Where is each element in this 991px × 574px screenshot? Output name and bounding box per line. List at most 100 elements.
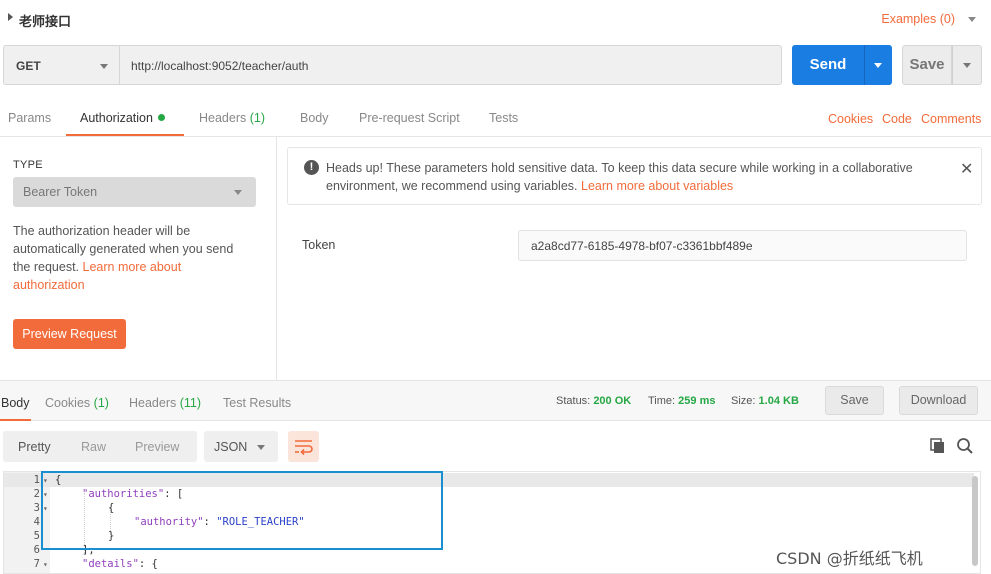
- wrap-lines-button[interactable]: [288, 431, 319, 462]
- format-select[interactable]: JSON: [204, 431, 278, 462]
- time-label: Time:: [648, 395, 676, 407]
- chevron-down-icon: [257, 445, 265, 450]
- line-number: 3: [33, 502, 40, 514]
- format-value: JSON: [214, 440, 248, 454]
- alert-line: environment, we recommend using variable…: [326, 177, 946, 195]
- auth-description: The authorization header will be automat…: [13, 222, 253, 294]
- auth-description-text: the request.: [13, 260, 80, 274]
- response-tabs: Body Cookies (1) Headers (11) Test Resul…: [0, 380, 991, 421]
- tab-tests[interactable]: Tests: [489, 111, 518, 125]
- tab-authorization[interactable]: Authorization: [80, 111, 165, 125]
- tab-headers-count: (1): [249, 111, 266, 125]
- learn-more-auth-link[interactable]: authorization: [13, 276, 253, 294]
- comments-link[interactable]: Comments: [921, 112, 981, 126]
- alert-line: Heads up! These parameters hold sensitiv…: [326, 161, 913, 175]
- active-dot-icon: [157, 114, 165, 121]
- code-link[interactable]: Code: [882, 112, 912, 126]
- send-options-button[interactable]: [864, 45, 892, 85]
- status-value: 200 OK: [593, 395, 632, 407]
- collapse-triangle-icon[interactable]: [8, 13, 13, 21]
- save-response-button[interactable]: Save: [825, 386, 884, 415]
- status-readout: Status: 200 OK: [556, 395, 631, 407]
- json-key: "details": [82, 558, 139, 570]
- method-select[interactable]: GET: [3, 45, 119, 85]
- auth-type-panel: TYPE Bearer Token The authorization head…: [0, 137, 277, 380]
- auth-params-panel: ! Heads up! These parameters hold sensit…: [277, 137, 991, 380]
- token-input[interactable]: a2a8cd77-6185-4978-bf07-c3361bbf489e: [518, 230, 967, 261]
- tab-authorization-label: Authorization: [80, 111, 153, 125]
- line-number: 6: [33, 544, 40, 556]
- auth-type-select[interactable]: Bearer Token: [13, 177, 256, 207]
- active-tab-indicator: [0, 419, 31, 421]
- wrap-lines-icon: [295, 440, 313, 456]
- tab-headers-count: (11): [179, 396, 202, 410]
- learn-more-auth-link[interactable]: Learn more about: [83, 260, 182, 274]
- time-readout: Time: 259 ms: [648, 395, 715, 407]
- alert-text: environment, we recommend using variable…: [326, 179, 578, 193]
- line-number: 5: [33, 530, 40, 542]
- tab-headers[interactable]: Headers (1): [199, 111, 265, 125]
- line-number: 4: [33, 516, 40, 528]
- fold-toggle-icon[interactable]: ▾: [43, 558, 48, 572]
- alert-message: Heads up! These parameters hold sensitiv…: [326, 159, 946, 195]
- chevron-down-icon: [234, 190, 242, 195]
- chevron-down-icon[interactable]: [968, 17, 976, 22]
- type-label: TYPE: [13, 159, 43, 171]
- code-text: "details": {: [82, 557, 158, 571]
- examples-dropdown[interactable]: Examples (0): [881, 12, 955, 26]
- request-tabs: Params Authorization Headers (1) Body Pr…: [0, 96, 991, 137]
- copy-icon[interactable]: [930, 438, 946, 457]
- tab-cookies-label: Cookies: [45, 396, 91, 410]
- chevron-down-icon: [963, 63, 971, 68]
- tab-headers-label: Headers: [199, 111, 247, 125]
- size-label: Size:: [731, 395, 756, 407]
- learn-more-variables-link[interactable]: Learn more about variables: [581, 179, 733, 193]
- close-icon[interactable]: ✕: [960, 159, 973, 179]
- tab-cookies-count: (1): [93, 396, 109, 410]
- line-number: 1: [33, 474, 40, 486]
- auth-description-line: automatically generated when you send: [13, 242, 234, 256]
- vertical-scrollbar[interactable]: [972, 476, 978, 566]
- cookies-link[interactable]: Cookies: [828, 112, 873, 126]
- tab-response-cookies[interactable]: Cookies (1): [45, 396, 109, 410]
- request-name[interactable]: 老师接口: [19, 11, 71, 30]
- chevron-down-icon: [100, 64, 108, 69]
- code-punct: : {: [138, 558, 158, 570]
- tab-prerequest-script[interactable]: Pre-request Script: [359, 111, 460, 125]
- tab-response-body[interactable]: Body: [1, 396, 30, 410]
- line-number: 7: [33, 558, 40, 570]
- save-button[interactable]: Save: [902, 45, 952, 85]
- line-number: 2: [33, 488, 40, 500]
- auth-type-value: Bearer Token: [23, 185, 98, 199]
- chevron-down-icon: [874, 63, 882, 68]
- url-input[interactable]: http://localhost:9052/teacher/auth: [119, 45, 782, 85]
- save-options-button[interactable]: [952, 45, 982, 85]
- view-preview-button[interactable]: Preview: [135, 440, 179, 454]
- auth-description-line: the request. Learn more about: [13, 258, 253, 276]
- view-raw-button[interactable]: Raw: [81, 440, 106, 454]
- sensitive-data-alert: ! Heads up! These parameters hold sensit…: [287, 147, 982, 205]
- highlight-box: [41, 471, 443, 550]
- token-label: Token: [302, 238, 336, 252]
- request-title-bar: 老师接口 Examples (0): [0, 0, 991, 38]
- status-label: Status:: [556, 395, 591, 407]
- time-value: 259 ms: [678, 395, 716, 407]
- send-button[interactable]: Send: [792, 45, 864, 85]
- tab-test-results[interactable]: Test Results: [223, 396, 291, 410]
- view-mode-group: Pretty Raw Preview: [3, 431, 197, 462]
- search-icon[interactable]: [956, 437, 974, 458]
- size-readout: Size: 1.04 KB: [731, 395, 799, 407]
- size-value: 1.04 KB: [758, 395, 799, 407]
- view-pretty-button[interactable]: Pretty: [18, 440, 51, 454]
- tab-params[interactable]: Params: [8, 111, 51, 125]
- preview-request-button[interactable]: Preview Request: [13, 319, 126, 349]
- watermark: CSDN @折纸纸飞机: [776, 549, 923, 568]
- download-button[interactable]: Download: [899, 386, 978, 415]
- active-tab-indicator: [66, 134, 184, 136]
- tab-headers-label: Headers: [129, 396, 177, 410]
- tab-response-headers[interactable]: Headers (11): [129, 396, 201, 410]
- tab-body[interactable]: Body: [300, 111, 329, 125]
- auth-description-line: The authorization header will be: [13, 224, 191, 238]
- exclamation-icon: !: [304, 160, 319, 175]
- method-label: GET: [16, 59, 41, 73]
